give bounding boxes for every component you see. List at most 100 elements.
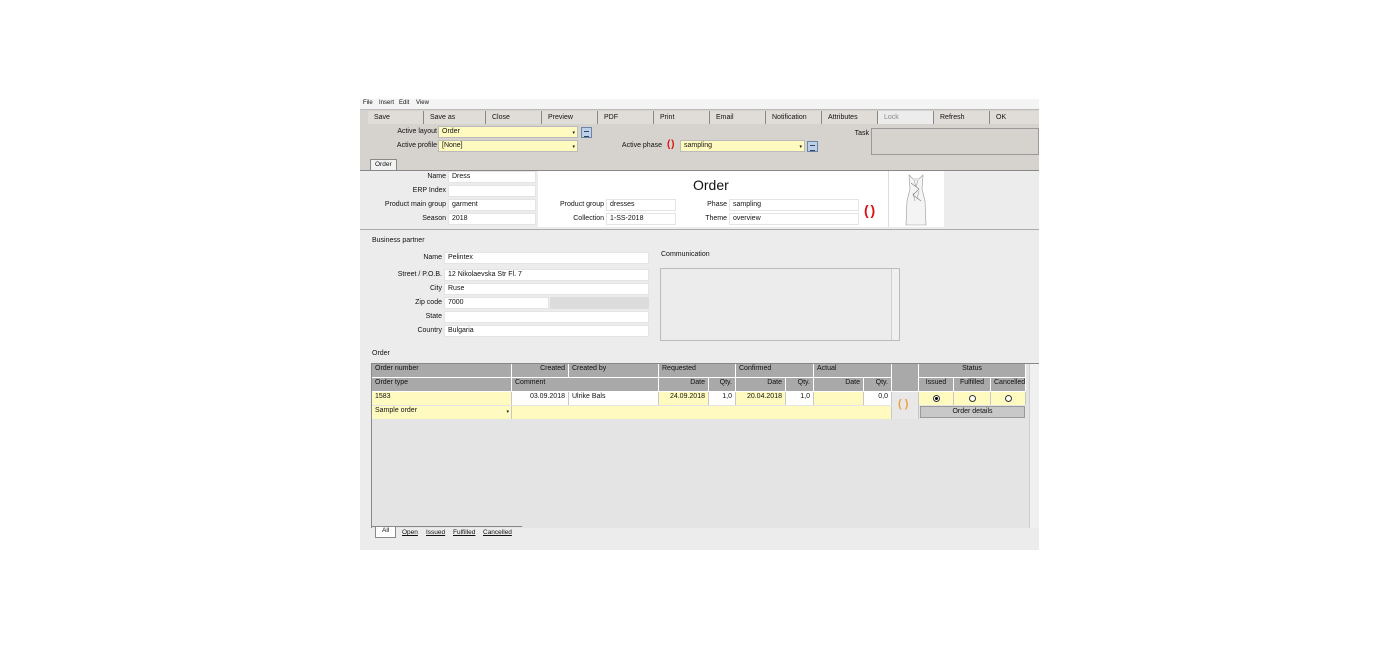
erp-index-field[interactable] — [448, 185, 536, 197]
bp-street-field[interactable]: 12 Nikolaevska Str Fl. 7 — [444, 269, 649, 281]
product-main-group-field[interactable]: garment — [448, 199, 536, 211]
order-details-button[interactable]: Order details — [920, 406, 1025, 418]
top-form: Active layout Order ▾ Active profile [No… — [360, 125, 1039, 158]
col-cancelled: Cancelled — [991, 378, 1026, 392]
preview-button[interactable]: Preview — [542, 111, 598, 124]
menu-view[interactable]: View — [416, 100, 429, 106]
col-status-icon — [892, 364, 919, 392]
confirmed-qty-cell[interactable]: 1,0 — [786, 392, 814, 405]
fulfilled-radio[interactable] — [969, 395, 976, 402]
tab-order[interactable]: Order — [370, 159, 397, 170]
col-order-number: Order number — [372, 364, 512, 378]
order-status-cell: ( ) — [892, 392, 919, 419]
active-phase-select[interactable]: sampling ▾ — [680, 140, 805, 152]
dress-sketch-image[interactable] — [888, 171, 944, 227]
email-button[interactable]: Email — [710, 111, 766, 124]
order-grid: Order number Created Created by Requeste… — [371, 363, 1039, 528]
col-requested-date: Date — [659, 378, 709, 392]
bp-zip-field[interactable]: 7000 — [444, 297, 549, 309]
save-as-button[interactable]: Save as — [424, 111, 486, 124]
task-field[interactable] — [871, 128, 1039, 155]
ok-button[interactable]: OK — [990, 111, 1039, 124]
phase-label: Phase — [690, 201, 727, 208]
attributes-button[interactable]: Attributes — [822, 111, 878, 124]
comment-cell[interactable] — [512, 406, 892, 419]
product-main-group-label: Product main group — [384, 201, 446, 208]
bp-country-label: Country — [417, 327, 442, 334]
tab-issued[interactable]: Issued — [426, 529, 445, 539]
communication-textarea[interactable] — [660, 268, 900, 341]
phase-field[interactable]: sampling — [729, 199, 859, 211]
menu-file[interactable]: File — [363, 100, 373, 106]
tab-bar: Order — [360, 158, 1039, 171]
cancelled-radio[interactable] — [1005, 395, 1012, 402]
active-layout-value: Order — [442, 128, 460, 135]
active-profile-select[interactable]: [None] ▾ — [438, 140, 578, 152]
phase-status-icon: ( ) — [864, 202, 875, 218]
notification-button[interactable]: Notification — [766, 111, 822, 124]
product-group-field[interactable]: dresses — [606, 199, 676, 211]
communication-label: Communication — [661, 251, 710, 258]
close-button[interactable]: Close — [486, 111, 542, 124]
col-issued: Issued — [919, 378, 954, 392]
active-profile-value: [None] — [442, 142, 463, 149]
active-layout-select[interactable]: Order ▾ — [438, 126, 578, 138]
name-label: Name — [427, 173, 446, 180]
lock-button[interactable]: Lock — [878, 111, 934, 124]
col-created-by: Created by — [569, 364, 659, 378]
menu-insert[interactable]: Insert — [379, 100, 394, 106]
confirmed-date-cell[interactable]: 20.04.2018 — [736, 392, 786, 405]
col-created: Created — [512, 364, 569, 378]
col-status: Status — [919, 364, 1026, 378]
order-number-cell[interactable]: 1583 — [372, 392, 512, 405]
chevron-down-icon: ▾ — [572, 130, 575, 136]
season-field[interactable]: 2018 — [448, 213, 536, 225]
requested-qty-cell[interactable]: 1,0 — [709, 392, 736, 405]
tab-open[interactable]: Open — [402, 529, 418, 539]
chevron-down-icon: ▾ — [799, 144, 802, 150]
bp-country-field[interactable]: Bulgaria — [444, 325, 649, 337]
theme-field[interactable]: overview — [729, 213, 859, 225]
phase-picker-icon[interactable] — [807, 141, 818, 152]
collection-field[interactable]: 1-SS-2018 — [606, 213, 676, 225]
col-confirmed-date: Date — [736, 378, 786, 392]
col-actual-date: Date — [814, 378, 864, 392]
requested-date-cell[interactable]: 24.09.2018 — [659, 392, 709, 405]
order-type-value: Sample order — [375, 407, 418, 414]
article-header: Name Dress ERP Index Product main group … — [360, 171, 1039, 230]
created-by-cell[interactable]: Ulrike Bals — [569, 392, 659, 405]
refresh-button[interactable]: Refresh — [934, 111, 990, 124]
layout-picker-icon[interactable] — [581, 127, 592, 138]
created-cell[interactable]: 03.09.2018 — [512, 392, 569, 405]
name-field[interactable]: Dress — [448, 171, 536, 183]
tab-all[interactable]: All — [375, 527, 397, 538]
tab-cancelled[interactable]: Cancelled — [483, 529, 512, 539]
print-button[interactable]: Print — [654, 111, 710, 124]
col-requested-qty: Qty. — [709, 378, 736, 392]
menu-edit[interactable]: Edit — [399, 100, 409, 106]
bp-city-field[interactable]: Ruse — [444, 283, 649, 295]
theme-label: Theme — [690, 215, 727, 222]
communication-scrollbar[interactable] — [891, 269, 899, 340]
pdf-button[interactable]: PDF — [598, 111, 654, 124]
actual-date-cell[interactable] — [814, 392, 864, 405]
save-button[interactable]: Save — [368, 111, 424, 124]
fulfilled-cell — [954, 392, 991, 405]
col-order-type: Order type — [372, 378, 512, 392]
bp-name-label: Name — [423, 254, 442, 261]
active-phase-label: Active phase — [621, 142, 662, 149]
order-grid-scrollbar[interactable] — [1029, 364, 1039, 528]
issued-radio[interactable] — [933, 395, 940, 402]
season-label: Season — [422, 215, 446, 222]
actual-qty-cell[interactable]: 0,0 — [864, 392, 892, 405]
bp-zip-spacer — [550, 297, 649, 309]
bp-state-field[interactable] — [444, 311, 649, 323]
col-comment: Comment — [512, 378, 659, 392]
task-label: Task — [854, 130, 869, 137]
tab-fulfilled[interactable]: Fulfilled — [453, 529, 475, 539]
order-type-cell[interactable]: Sample order ▾ — [372, 406, 512, 419]
col-requested: Requested — [659, 364, 736, 378]
col-confirmed-qty: Qty. — [786, 378, 814, 392]
bp-name-field[interactable]: Pelintex — [444, 252, 649, 264]
cancelled-cell — [991, 392, 1026, 405]
